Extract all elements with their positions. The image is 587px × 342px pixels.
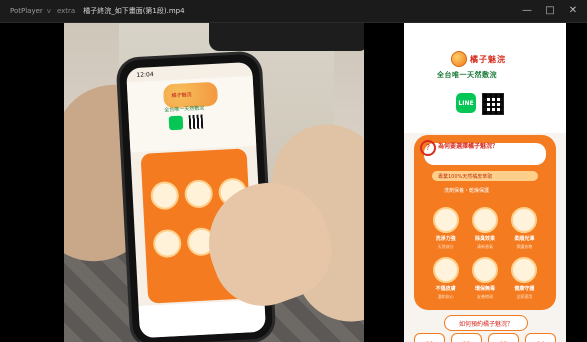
feature-item: 柔順光澤 保護衣物 [507, 207, 542, 253]
belt [209, 23, 364, 51]
phone-feature-icon [152, 228, 182, 259]
poster-panel: 橘子魅浣 全台唯一天然敷浣 LINE ? 為何要選擇橘子魅浣？ 專業100%天然… [404, 23, 566, 342]
orange-logo-icon [451, 51, 467, 67]
card-title: 為何要選擇橘子魅浣？ [438, 143, 499, 150]
feature-sub: 友善地球 [476, 293, 493, 299]
brand: 橘子魅浣 [451, 51, 506, 67]
feature-item: 洗淨力強 天然成分 [428, 207, 463, 253]
video-photo: 12:04 橘子魅浣 全台唯一天然敷浣 [64, 23, 364, 342]
feature-item: 環保無毒 友善地球 [467, 256, 502, 303]
file-title: 橘子終浣_如下畫面(第1段).mp4 [83, 7, 185, 15]
feature-icon [432, 256, 459, 283]
contact-badges: LINE [456, 93, 504, 115]
feature-sub: 全家適用 [516, 293, 533, 299]
feature-item: 除臭效果 清新香氣 [467, 207, 502, 253]
feature-label: 洗淨力強 [435, 236, 456, 242]
feature-grid: 洗淨力強 天然成分 除臭效果 清新香氣 柔順光澤 保護衣物 不傷皮膚 溫和安心 … [428, 207, 542, 302]
feature-icon [471, 256, 498, 283]
brand-title: 橘子魅浣 [470, 54, 506, 64]
step-badge: 03 [488, 333, 519, 342]
reasons-card: ? 為何要選擇橘子魅浣？ 專業100%天然橘皮萃取 洗劑保養・乾燥保護 洗淨力強… [414, 135, 556, 310]
phone-feature-icon [183, 179, 214, 209]
step-badge: 04 [525, 333, 556, 342]
feature-label: 健康守護 [514, 285, 535, 292]
maximize-button[interactable]: □ [542, 3, 558, 19]
feature-item: 健康守護 全家適用 [507, 256, 542, 303]
feature-sub: 清新香氣 [476, 244, 493, 249]
close-button[interactable]: ✕ [565, 3, 581, 19]
phone-logo-text: 橘子魅浣 [171, 92, 192, 100]
card-description: 洗劑保養・乾燥保護 [444, 188, 490, 194]
feature-sub: 天然成分 [437, 244, 454, 249]
qr-code-icon [482, 93, 504, 115]
feature-sub: 溫和安心 [437, 293, 454, 299]
question-icon: ? [420, 140, 436, 156]
minimize-button[interactable]: — [519, 3, 535, 19]
phone-bottom-bar [138, 299, 267, 339]
feature-icon [432, 207, 459, 233]
phone-contact-badges [168, 114, 204, 131]
feature-label: 柔順光澤 [514, 236, 535, 242]
video-player-window: PotPlayer v extra 橘子終浣_如下畫面(第1段).mp4 — □… [0, 0, 587, 342]
app-name: PotPlayer [10, 7, 43, 15]
feature-icon [511, 256, 538, 283]
booking-steps: 01 02 03 04 [414, 333, 556, 342]
phone-feature-icon [150, 180, 180, 211]
line-label: LINE [458, 99, 474, 107]
feature-icon [471, 207, 498, 233]
poster-slogan: 全台唯一天然敷浣 [437, 71, 497, 79]
feature-item: 不傷皮膚 溫和安心 [428, 256, 463, 303]
title-bar[interactable]: PotPlayer v extra 橘子終浣_如下畫面(第1段).mp4 — □… [0, 0, 587, 23]
line-icon[interactable]: LINE [456, 93, 476, 113]
window-controls: — □ ✕ [519, 3, 581, 19]
app-menu-chevron-icon[interactable]: v [47, 7, 51, 15]
step-badge: 01 [414, 333, 445, 342]
card-subtitle: 專業100%天然橘皮萃取 [438, 174, 493, 180]
feature-sub: 保護衣物 [516, 244, 533, 249]
phone-time: 12:04 [136, 71, 154, 79]
booking-tip: 如何預約橘子魅浣？ [444, 315, 528, 331]
phone-qr-icon [188, 114, 204, 130]
feature-label: 不傷皮膚 [435, 285, 456, 292]
feature-label: 除臭效果 [474, 236, 495, 242]
step-badge: 02 [451, 333, 482, 342]
feature-icon [511, 207, 538, 233]
menu-extra[interactable]: extra [57, 7, 75, 15]
video-frame[interactable]: 12:04 橘子魅浣 全台唯一天然敷浣 橘子魅浣 全台唯一天然敷浣 LINE ?… [0, 23, 587, 342]
phone-line-icon [168, 115, 184, 131]
feature-label: 環保無毒 [474, 285, 495, 292]
